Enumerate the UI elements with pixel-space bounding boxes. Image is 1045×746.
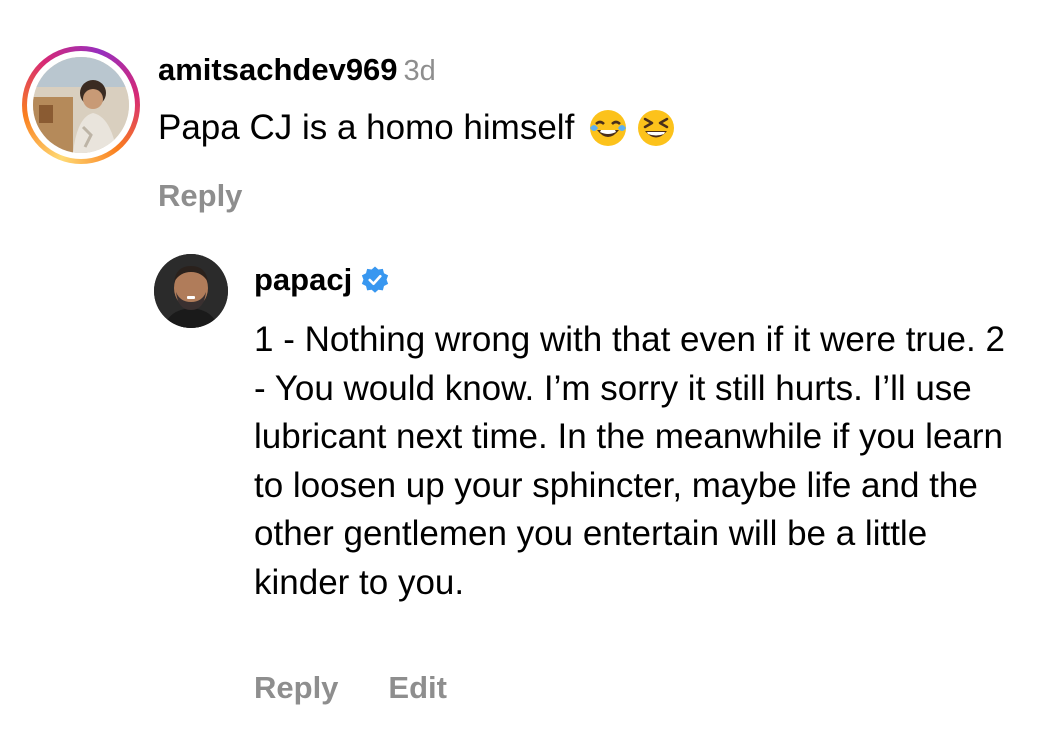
avatar[interactable] — [154, 254, 228, 328]
reply-header: papacj — [254, 262, 390, 298]
grinning-squinting-face-emoji — [636, 108, 676, 148]
comment-username[interactable]: amitsachdev969 — [158, 52, 398, 87]
verified-badge-icon — [360, 265, 390, 295]
reply-button[interactable]: Reply — [254, 670, 338, 705]
avatar — [33, 57, 129, 153]
comment-body: Papa CJ is a homo himself — [158, 108, 575, 147]
reply-actions: Reply Edit — [254, 669, 447, 713]
comment-reply-button[interactable]: Reply — [158, 178, 242, 214]
reply-username[interactable]: papacj — [254, 262, 352, 298]
reply-text: 1 - Nothing wrong with that even if it w… — [254, 320, 1005, 602]
story-ring-avatar[interactable] — [22, 46, 140, 164]
comment-header: amitsachdev969 3d — [158, 52, 436, 88]
face-with-tears-of-joy-emoji — [588, 108, 628, 148]
edit-button[interactable]: Edit — [388, 670, 447, 705]
comment-timestamp: 3d — [403, 55, 436, 87]
comment-text: Papa CJ is a homo himself — [158, 106, 676, 150]
